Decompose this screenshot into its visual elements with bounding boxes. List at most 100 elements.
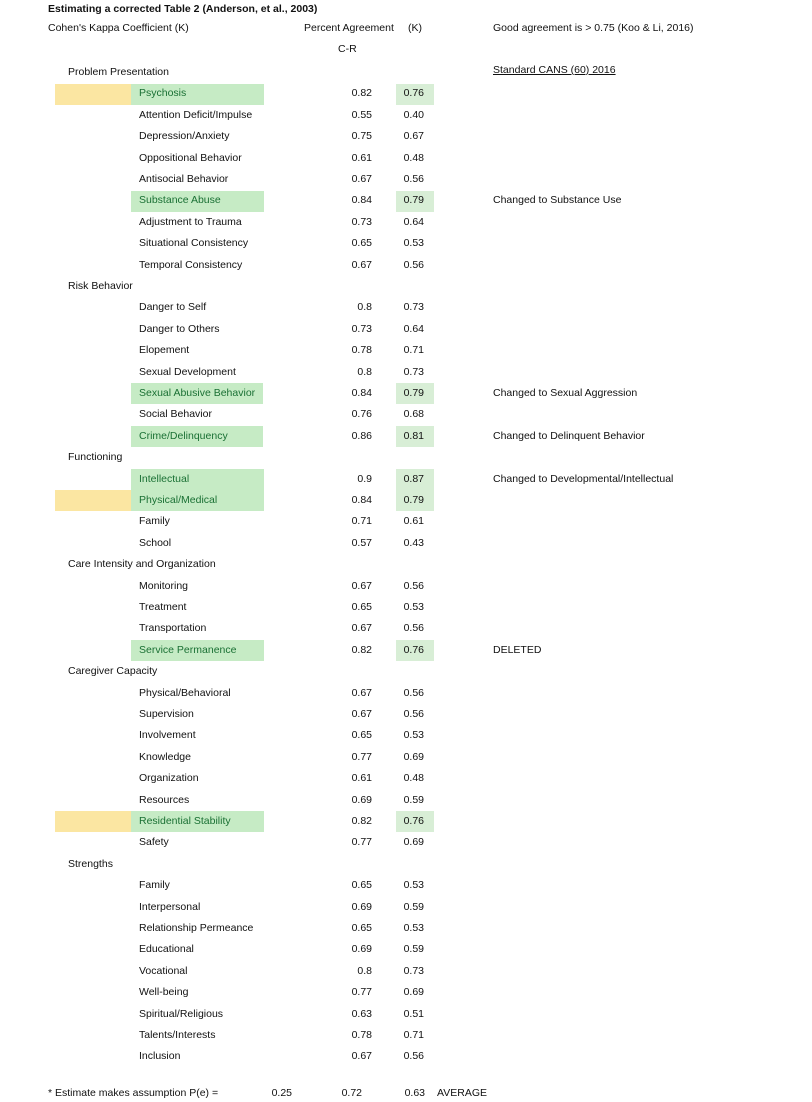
row-percent-agreement-value: 0.67: [351, 708, 372, 720]
row-label: Physical/Medical: [139, 494, 218, 506]
row-label: Family: [139, 515, 170, 527]
row-change-note: DELETED: [493, 644, 542, 656]
row-percent-agreement-value: 0.67: [351, 259, 372, 271]
row-percent-agreement-value: 0.77: [351, 836, 372, 848]
row-kappa-value: 0.79: [403, 494, 424, 506]
row-label: Organization: [139, 772, 199, 784]
row-percent-agreement-value: 0.8: [357, 965, 372, 977]
row-label: School: [139, 537, 172, 549]
note-good-agreement: Good agreement is > 0.75 (Koo & Li, 2016…: [493, 22, 694, 34]
row-percent-agreement-value: 0.82: [351, 644, 372, 656]
row-percent-agreement-value: 0.73: [351, 323, 372, 335]
row-percent-agreement-value: 0.65: [351, 922, 372, 934]
row-percent-agreement-value: 0.75: [351, 130, 372, 142]
row-kappa-value: 0.76: [403, 644, 424, 656]
row-percent-agreement-value: 0.8: [357, 301, 372, 313]
row-change-note: Changed to Substance Use: [493, 194, 622, 206]
row-label: Substance Abuse: [139, 194, 221, 206]
column-subheader-cr: C-R: [338, 43, 357, 55]
subtitle: Cohen's Kappa Coefficient (K): [48, 22, 189, 34]
row-percent-agreement-value: 0.61: [351, 772, 372, 784]
row-label: Danger to Self: [139, 301, 207, 313]
row-kappa-value: 0.40: [403, 109, 424, 121]
row-kappa-value: 0.69: [403, 836, 424, 848]
row-label: Residential Stability: [139, 815, 231, 827]
row-label: Danger to Others: [139, 323, 220, 335]
row-kappa-value: 0.59: [403, 943, 424, 955]
row-kappa-value: 0.87: [403, 473, 424, 485]
row-kappa-value: 0.56: [403, 173, 424, 185]
row-label: Transportation: [139, 622, 207, 634]
row-kappa-value: 0.76: [403, 815, 424, 827]
section-heading: Problem Presentation: [68, 66, 169, 78]
row-kappa-value: 0.68: [403, 408, 424, 420]
row-label: Involvement: [139, 729, 196, 741]
row-kappa-value: 0.53: [403, 729, 424, 741]
row-label: Depression/Anxiety: [139, 130, 230, 142]
row-percent-agreement-value: 0.67: [351, 173, 372, 185]
column-header-percent-agreement: Percent Agreement: [304, 22, 394, 34]
row-label: Safety: [139, 836, 169, 848]
row-label: Situational Consistency: [139, 237, 249, 249]
row-kappa-value: 0.73: [403, 366, 424, 378]
note-standard-cans: Standard CANS (60) 2016: [493, 64, 616, 76]
row-percent-agreement-value: 0.67: [351, 1050, 372, 1062]
row-percent-agreement-value: 0.71: [351, 515, 372, 527]
row-kappa-value: 0.56: [403, 1050, 424, 1062]
row-label: Elopement: [139, 344, 190, 356]
row-percent-agreement-value: 0.78: [351, 344, 372, 356]
row-label: Knowledge: [139, 751, 191, 763]
row-percent-agreement-value: 0.77: [351, 986, 372, 998]
row-kappa-value: 0.69: [403, 986, 424, 998]
row-change-note: Changed to Developmental/Intellectual: [493, 473, 674, 485]
row-label: Physical/Behavioral: [139, 687, 231, 699]
row-label: Resources: [139, 794, 190, 806]
row-percent-agreement-value: 0.69: [351, 901, 372, 913]
row-percent-agreement-value: 0.67: [351, 622, 372, 634]
row-label: Social Behavior: [139, 408, 212, 420]
row-percent-agreement-value: 0.69: [351, 794, 372, 806]
row-label: Relationship Permeance: [139, 922, 254, 934]
row-percent-agreement-value: 0.67: [351, 580, 372, 592]
row-percent-agreement-value: 0.8: [357, 366, 372, 378]
row-label: Supervision: [139, 708, 194, 720]
row-label: Adjustment to Trauma: [139, 216, 242, 228]
row-percent-agreement-value: 0.65: [351, 601, 372, 613]
row-kappa-value: 0.76: [403, 87, 424, 99]
row-percent-agreement-value: 0.84: [351, 387, 372, 399]
row-kappa-value: 0.64: [403, 216, 424, 228]
row-kappa-value: 0.81: [403, 430, 424, 442]
row-percent-agreement-value: 0.86: [351, 430, 372, 442]
row-kappa-value: 0.56: [403, 687, 424, 699]
row-kappa-value: 0.73: [403, 301, 424, 313]
row-label: Antisocial Behavior: [139, 173, 229, 185]
row-percent-agreement-value: 0.77: [351, 751, 372, 763]
row-kappa-value: 0.53: [403, 879, 424, 891]
row-label: Educational: [139, 943, 194, 955]
row-percent-agreement-value: 0.84: [351, 194, 372, 206]
row-label: Family: [139, 879, 170, 891]
footer-percent-agreement-average: 0.72: [341, 1087, 362, 1099]
row-label: Oppositional Behavior: [139, 152, 242, 164]
row-label: Vocational: [139, 965, 188, 977]
row-label: Temporal Consistency: [139, 259, 243, 271]
row-change-note: Changed to Delinquent Behavior: [493, 430, 645, 442]
row-kappa-value: 0.71: [403, 1029, 424, 1041]
row-kappa-value: 0.59: [403, 794, 424, 806]
row-label: Psychosis: [139, 87, 187, 99]
row-kappa-value: 0.61: [403, 515, 424, 527]
row-percent-agreement-value: 0.57: [351, 537, 372, 549]
row-label: Treatment: [139, 601, 187, 613]
row-kappa-value: 0.56: [403, 580, 424, 592]
row-percent-agreement-value: 0.55: [351, 109, 372, 121]
row-percent-agreement-value: 0.76: [351, 408, 372, 420]
section-heading: Caregiver Capacity: [68, 665, 158, 677]
row-label: Sexual Abusive Behavior: [139, 387, 256, 399]
row-label: Spiritual/Religious: [139, 1008, 224, 1020]
row-kappa-value: 0.53: [403, 922, 424, 934]
row-percent-agreement-value: 0.9: [357, 473, 372, 485]
row-kappa-value: 0.51: [403, 1008, 424, 1020]
row-percent-agreement-value: 0.78: [351, 1029, 372, 1041]
section-heading: Strengths: [68, 858, 113, 870]
section-heading: Care Intensity and Organization: [68, 558, 216, 570]
